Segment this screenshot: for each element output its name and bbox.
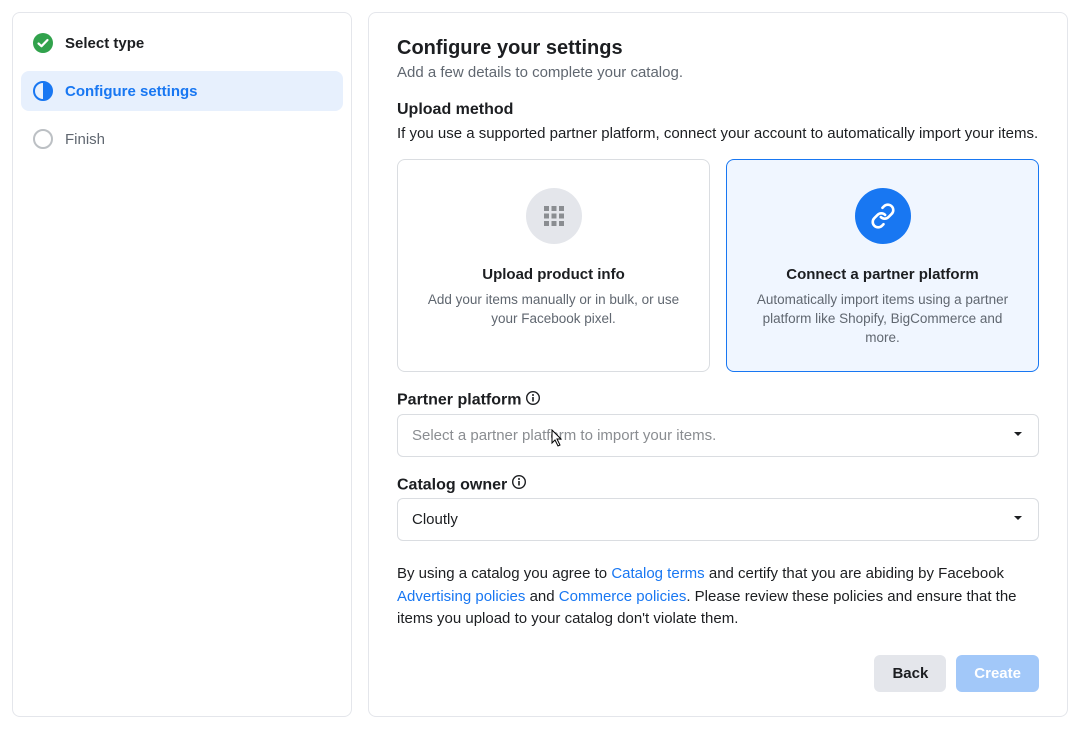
footer-actions: Back Create (397, 655, 1039, 692)
select-value: Cloutly (412, 511, 458, 528)
card-connect-partner-platform[interactable]: Connect a partner platform Automatically… (726, 159, 1039, 373)
card-desc: Add your items manually or in bulk, or u… (418, 291, 689, 329)
card-upload-product-info[interactable]: Upload product info Add your items manua… (397, 159, 710, 373)
partner-platform-label: Partner platform (397, 390, 1039, 410)
step-label: Configure settings (65, 83, 198, 100)
upload-method-heading: Upload method (397, 101, 1039, 119)
terms-text: By using a catalog you agree to Catalog … (397, 563, 1039, 631)
page-subtitle: Add a few details to complete your catal… (397, 64, 1039, 81)
wizard-sidebar: Select type Configure settings Finish (12, 12, 352, 717)
step-label: Select type (65, 35, 144, 52)
card-desc: Automatically import items using a partn… (747, 291, 1018, 348)
catalog-owner-label: Catalog owner (397, 475, 1039, 495)
upload-method-cards: Upload product info Add your items manua… (397, 159, 1039, 373)
page-title: Configure your settings (397, 37, 1039, 60)
link-commerce-policies[interactable]: Commerce policies (559, 588, 687, 605)
step-select-type[interactable]: Select type (21, 23, 343, 63)
link-icon (855, 188, 911, 244)
card-title: Connect a partner platform (747, 266, 1018, 283)
catalog-owner-select[interactable]: Cloutly (397, 498, 1039, 541)
caret-down-icon (1012, 511, 1024, 528)
check-circle-icon (33, 33, 53, 53)
link-catalog-terms[interactable]: Catalog terms (611, 565, 704, 582)
info-icon[interactable] (512, 475, 527, 490)
grid-icon (526, 188, 582, 244)
back-button[interactable]: Back (874, 655, 946, 692)
info-icon[interactable] (526, 390, 541, 405)
caret-down-icon (1012, 427, 1024, 444)
upload-method-description: If you use a supported partner platform,… (397, 123, 1039, 145)
half-circle-icon (33, 81, 53, 101)
main-panel: Configure your settings Add a few detail… (368, 12, 1068, 717)
create-button[interactable]: Create (956, 655, 1039, 692)
step-configure-settings[interactable]: Configure settings (21, 71, 343, 111)
empty-circle-icon (33, 129, 53, 149)
partner-platform-select[interactable]: Select a partner platform to import your… (397, 414, 1039, 457)
select-placeholder: Select a partner platform to import your… (412, 427, 716, 444)
card-title: Upload product info (418, 266, 689, 283)
step-finish[interactable]: Finish (21, 119, 343, 159)
step-label: Finish (65, 131, 105, 148)
link-advertising-policies[interactable]: Advertising policies (397, 588, 525, 605)
